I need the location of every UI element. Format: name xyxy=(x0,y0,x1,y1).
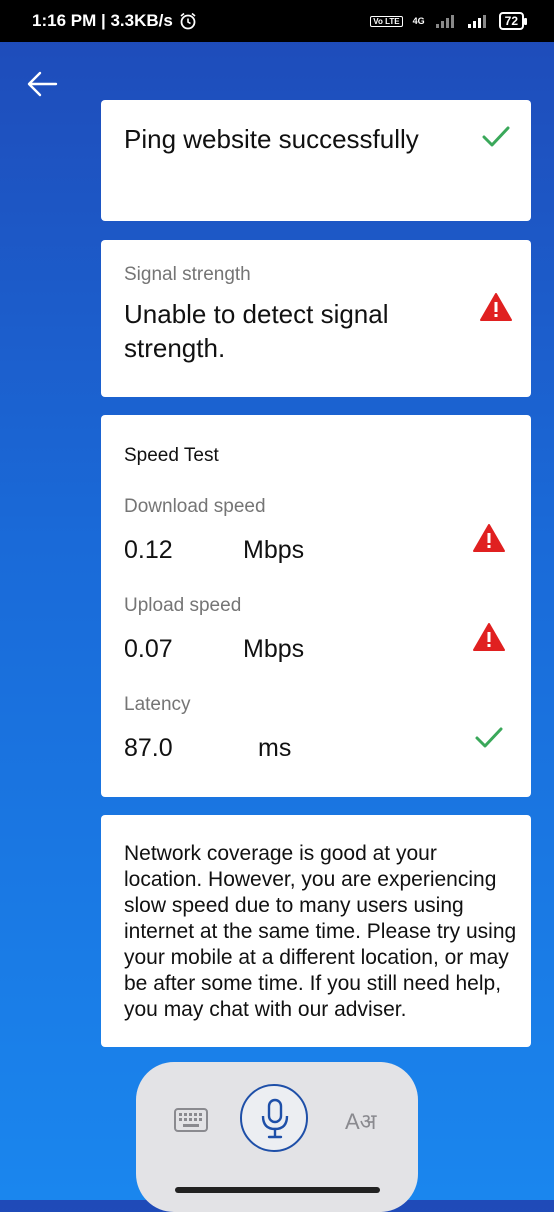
battery-indicator: 72 xyxy=(498,12,528,30)
latency-label: Latency xyxy=(124,694,191,715)
signal-label: Signal strength xyxy=(124,264,251,285)
status-bar: 1:16 PM | 3.3KB/s Vo LTE 4G 72 xyxy=(0,0,554,42)
check-icon xyxy=(482,126,510,147)
latency-value: 87.0 xyxy=(124,734,173,762)
warning-icon xyxy=(480,293,512,321)
download-unit: Mbps xyxy=(243,536,305,564)
voice-input-button[interactable] xyxy=(240,1084,308,1152)
signal-card: Signal strength Unable to detect signal … xyxy=(101,240,531,397)
signal-bars-2-icon xyxy=(467,15,486,28)
speed-test-title: Speed Test xyxy=(124,445,219,466)
network-message-text: Network coverage is good at your locatio… xyxy=(124,842,517,1021)
ping-status-text: Ping website successfully xyxy=(124,124,419,154)
network-type: 4G xyxy=(412,15,425,26)
network-message-card: Network coverage is good at your locatio… xyxy=(101,815,531,1047)
signal-status-text: Unable to detect signal strength. xyxy=(124,299,389,363)
upload-label: Upload speed xyxy=(124,595,242,616)
alarm-icon xyxy=(180,12,196,30)
download-value: 0.12 xyxy=(124,536,173,564)
download-label: Download speed xyxy=(124,496,266,517)
check-icon xyxy=(475,727,503,748)
signal-bars-icon xyxy=(435,15,454,28)
language-toggle-icon[interactable]: Aअ xyxy=(345,1106,376,1136)
upload-value: 0.07 xyxy=(124,635,173,663)
volte-badge: Vo LTE xyxy=(370,15,403,27)
warning-icon xyxy=(473,623,505,651)
warning-icon xyxy=(473,524,505,552)
ping-card: Ping website successfully xyxy=(101,100,531,221)
navigation-handle[interactable] xyxy=(175,1187,380,1193)
speed-test-card: Speed Test Download speed 0.12 Mbps Uplo… xyxy=(101,415,531,797)
keyboard-icon[interactable] xyxy=(174,1108,208,1132)
microphone-icon xyxy=(261,1098,289,1139)
upload-unit: Mbps xyxy=(243,635,305,663)
latency-unit: ms xyxy=(258,734,292,762)
status-time-speed: 1:16 PM | 3.3KB/s xyxy=(32,11,173,30)
back-arrow-icon[interactable] xyxy=(26,68,60,100)
